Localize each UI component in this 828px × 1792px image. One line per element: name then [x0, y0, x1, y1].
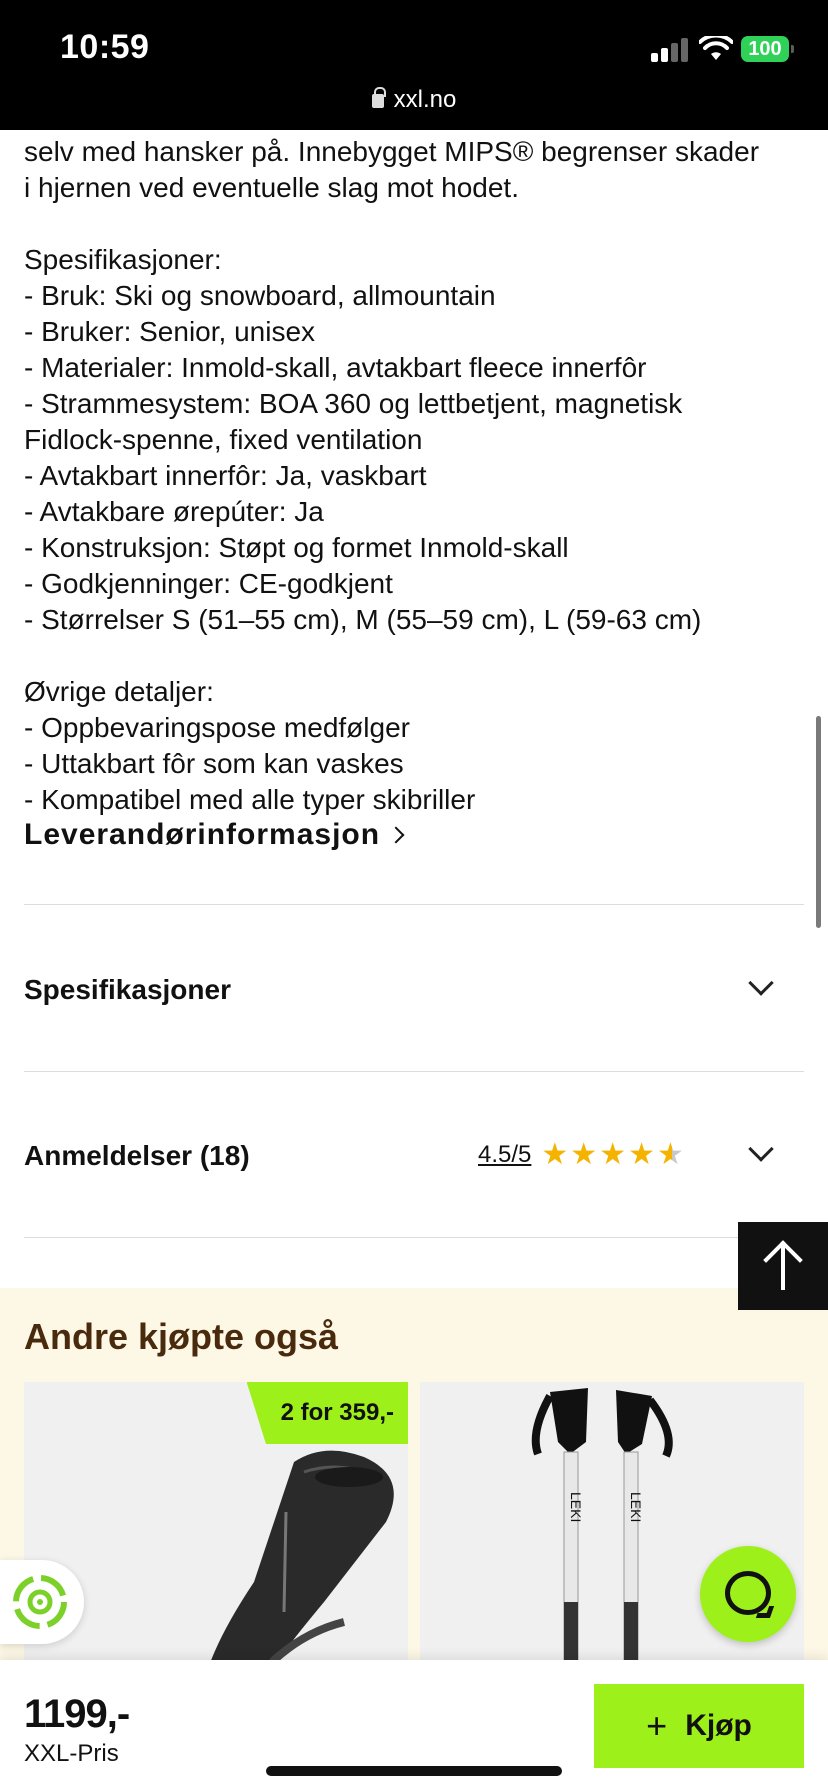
- rating-summary[interactable]: 4.5/5 ★ ★ ★ ★ ★: [478, 1140, 686, 1170]
- buy-button-label: Kjøp: [685, 1709, 752, 1742]
- promo-badge: 2 for 359,-: [246, 1382, 408, 1444]
- clock: 10:59: [60, 28, 150, 66]
- spec-line: - Størrelser S (51–55 cm), M (55–59 cm),…: [24, 604, 702, 635]
- eco-widget-button[interactable]: [0, 1560, 84, 1644]
- details-line: - Oppbevaringspose medfølger: [24, 712, 410, 743]
- recycle-icon: [13, 1575, 67, 1629]
- divider: [24, 904, 804, 905]
- spec-line: - Bruker: Senior, unisex: [24, 316, 316, 347]
- spec-line: - Bruk: Ski og snowboard, allmountain: [24, 280, 496, 311]
- back-to-top-button[interactable]: [738, 1222, 828, 1310]
- accordion-title-reviews: Anmeldelser (18): [24, 1140, 250, 1171]
- svg-text:LEKI: LEKI: [568, 1492, 584, 1522]
- spec-line: - Strammesystem: BOA 360 og lettbetjent,…: [24, 388, 683, 419]
- details-line: - Kompatibel med alle typer skibriller: [24, 784, 476, 815]
- details-line: - Uttakbart fôr som kan vaskes: [24, 748, 404, 779]
- plus-icon: +: [646, 1705, 668, 1746]
- battery-icon: 100: [741, 36, 794, 62]
- spec-line: - Avtakbare ørepúter: Ja: [24, 496, 324, 527]
- chevron-right-icon: [387, 826, 405, 844]
- supplier-info-label: Leverandørinformasjon: [24, 818, 381, 851]
- rating-score[interactable]: 4.5/5: [478, 1141, 531, 1169]
- star-icon: ★: [628, 1138, 656, 1171]
- chat-button[interactable]: [700, 1546, 796, 1642]
- details-heading: Øvrige detaljer:: [24, 676, 214, 707]
- product-description: selv med hansker på. Innebygget MIPS® be…: [24, 134, 814, 818]
- description-line: selv med hansker på. Innebygget MIPS® be…: [24, 136, 760, 167]
- spec-heading: Spesifikasjoner:: [24, 244, 222, 275]
- product-price: 1199,-: [24, 1692, 130, 1736]
- home-indicator[interactable]: [266, 1766, 562, 1776]
- wifi-icon: [699, 36, 733, 60]
- half-star-icon: ★: [657, 1138, 684, 1171]
- spec-line: Fidlock-spenne, fixed ventilation: [24, 424, 423, 455]
- address-bar[interactable]: xxl.no: [0, 86, 828, 114]
- recommendations-title: Andre kjøpte også: [24, 1316, 339, 1357]
- divider: [24, 1237, 804, 1238]
- buy-button[interactable]: + Kjøp: [594, 1684, 804, 1768]
- lock-icon: [371, 87, 386, 108]
- supplier-info-link[interactable]: Leverandørinformasjon: [24, 818, 405, 852]
- spec-line: - Godkjenninger: CE-godkjent: [24, 568, 393, 599]
- spec-line: - Materialer: Inmold-skall, avtakbart fl…: [24, 352, 647, 383]
- star-icon: ★: [599, 1138, 627, 1171]
- spec-line: - Konstruksjon: Støpt og formet Inmold-s…: [24, 532, 569, 563]
- svg-text:LEKI: LEKI: [628, 1492, 644, 1522]
- spec-line: - Avtakbart innerfôr: Ja, vaskbart: [24, 460, 427, 491]
- divider: [24, 1071, 804, 1072]
- status-bar: 10:59 100 xxl.no: [0, 0, 828, 130]
- price-label: XXL-Pris: [24, 1740, 119, 1767]
- star-icon: ★: [570, 1138, 598, 1171]
- chevron-down-icon[interactable]: [748, 970, 774, 996]
- accordion-title-specifications: Spesifikasjoner: [24, 974, 231, 1005]
- description-line: i hjernen ved eventuelle slag mot hodet.: [24, 172, 519, 203]
- cellular-signal-icon: [651, 38, 691, 62]
- chevron-down-icon[interactable]: [748, 1136, 774, 1162]
- star-icon: ★: [541, 1138, 569, 1171]
- url-text: xxl.no: [393, 86, 457, 113]
- scrollbar[interactable]: [816, 716, 821, 928]
